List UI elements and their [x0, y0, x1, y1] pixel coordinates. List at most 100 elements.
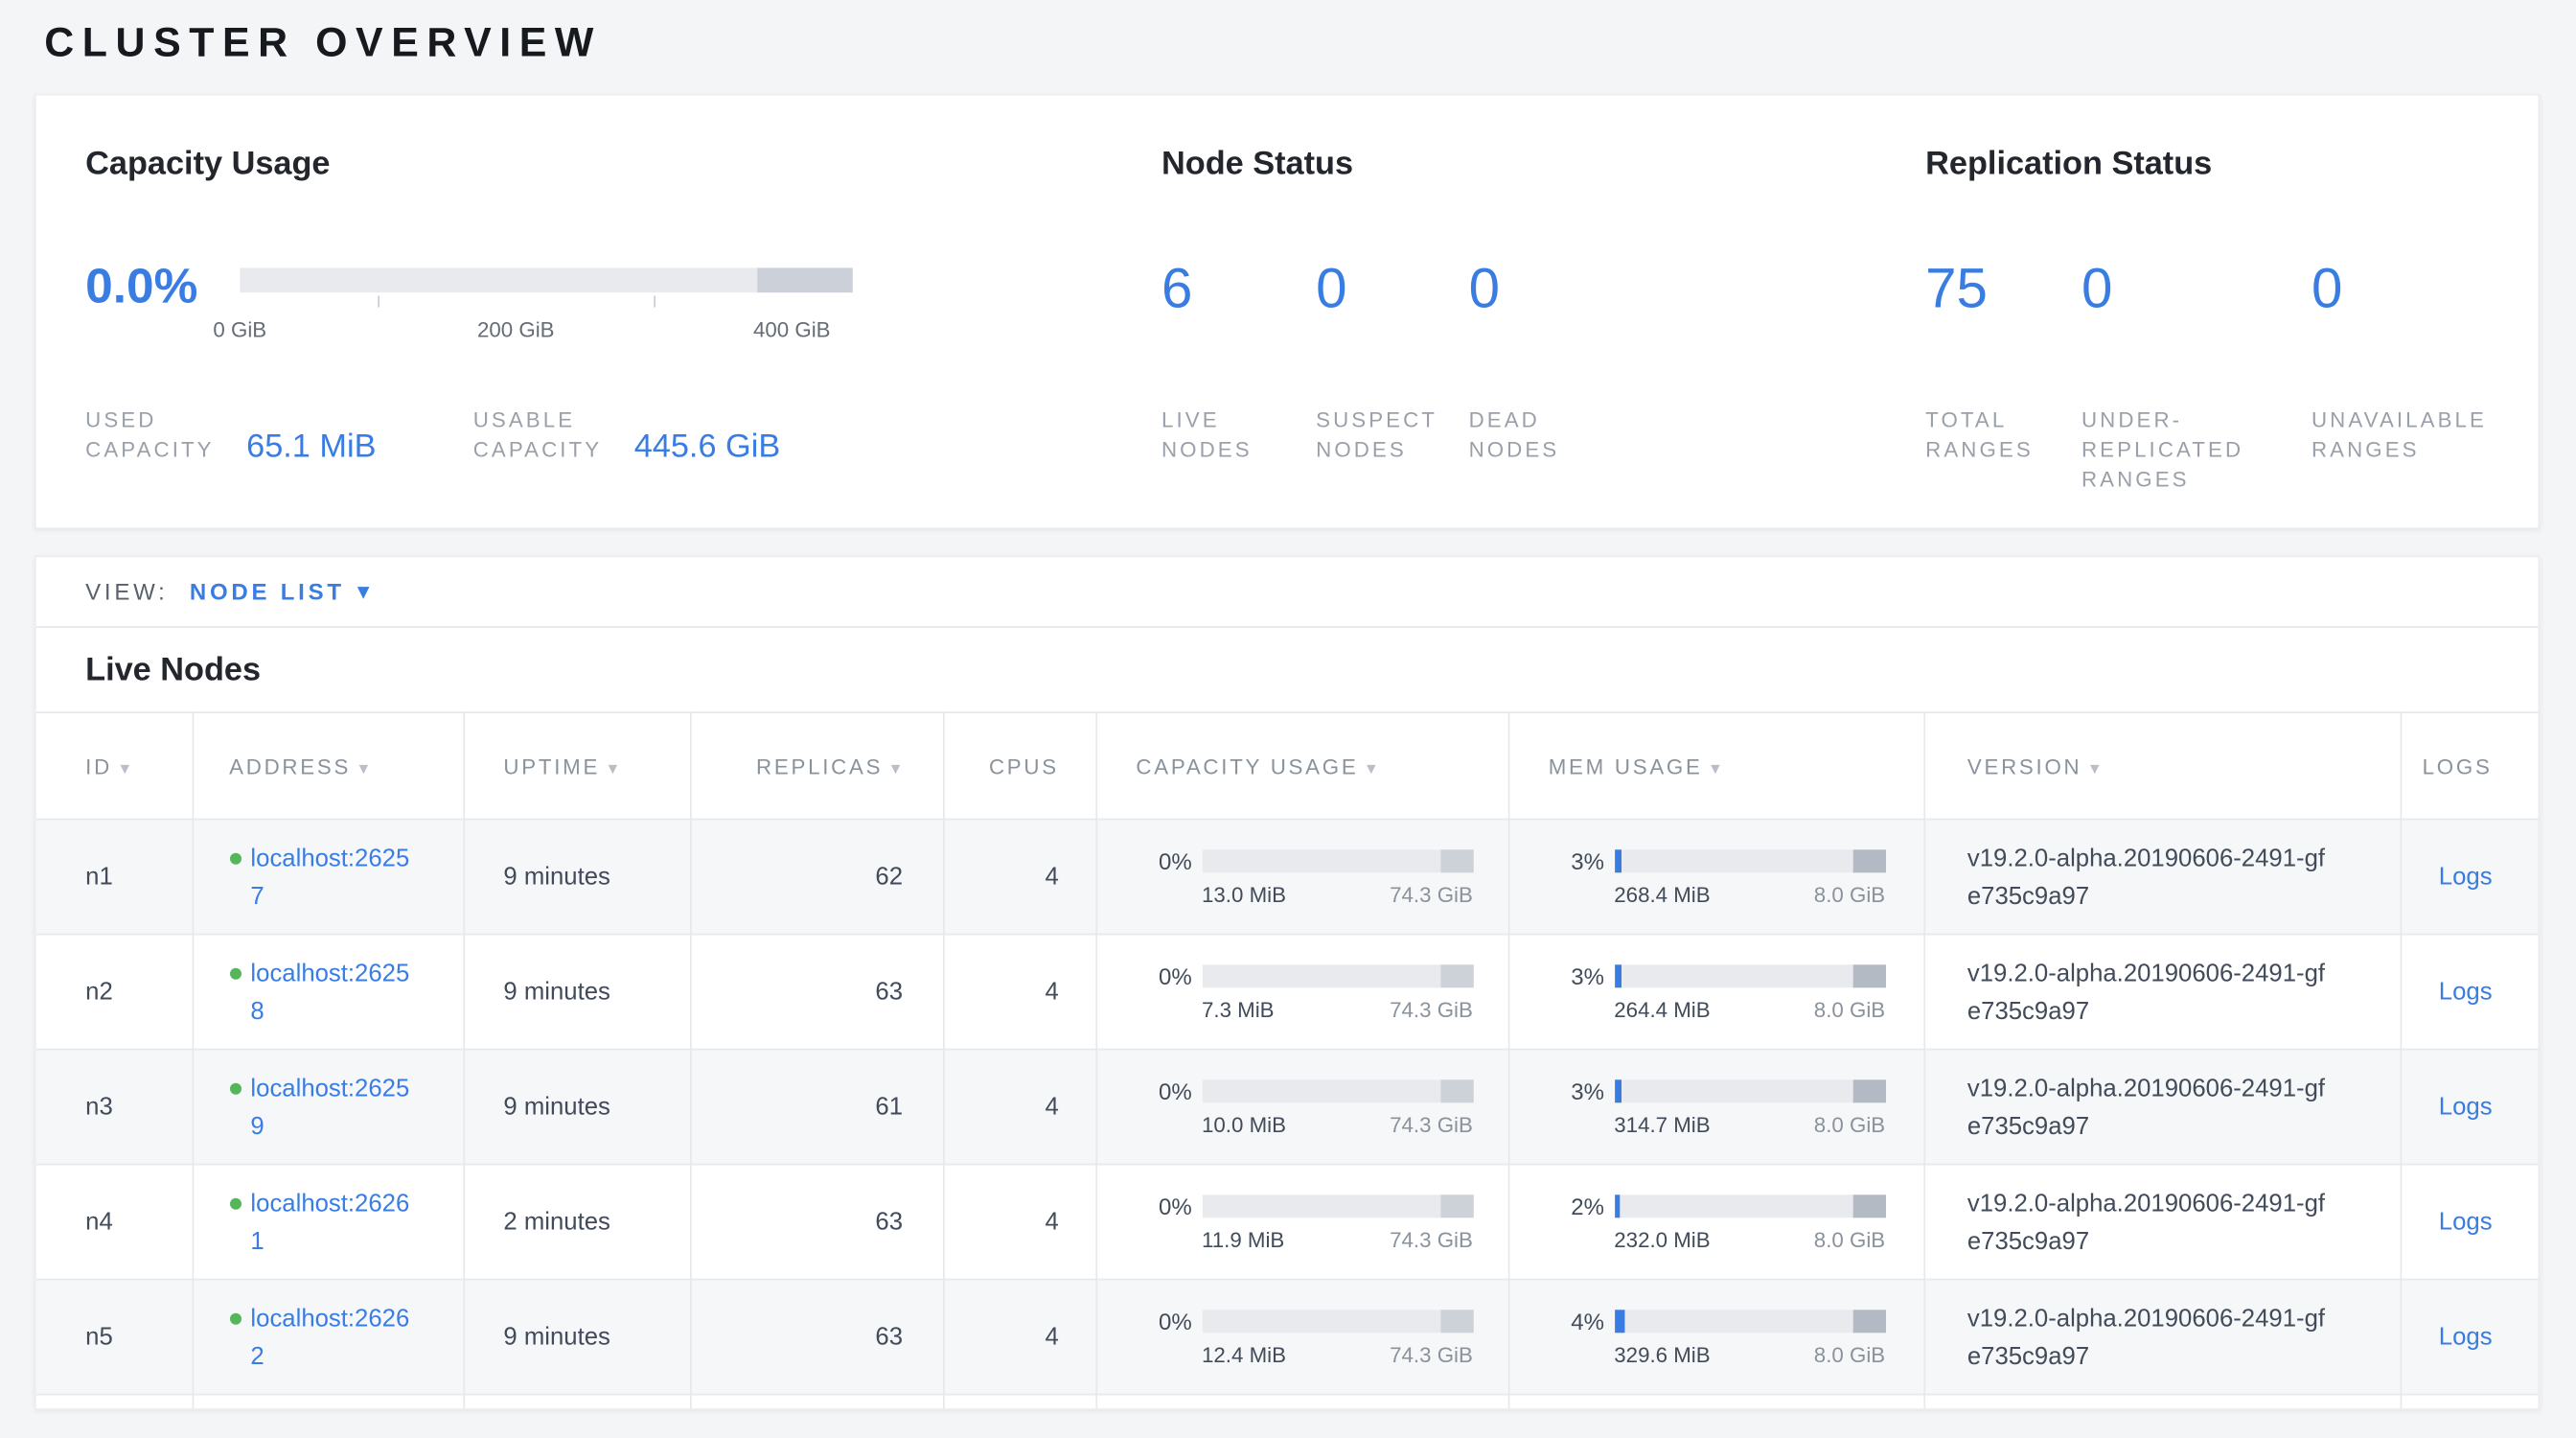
column-header-address[interactable]: ADDRESS▾ — [193, 712, 464, 819]
mem-bar — [1614, 1078, 1885, 1102]
uptime-cell: 9 minutes — [463, 1280, 690, 1395]
suspect-nodes-count: 0 — [1316, 262, 1468, 317]
version-cell: v19.2.0-alpha.20190606-2491-gfe735c9a97 — [1923, 935, 2400, 1050]
node-id-cell: n1 — [36, 820, 193, 935]
tick-label-400: 400 GiB — [753, 317, 831, 342]
column-header-cpus: CPUS — [943, 712, 1095, 819]
capacity-percent-label: 0% — [1136, 1308, 1191, 1334]
uptime-cell: 2 minutes — [463, 1165, 690, 1280]
node-address-link[interactable]: localhost:26261 — [250, 1184, 421, 1260]
dead-nodes-label: DEAD NODES — [1469, 406, 1584, 465]
mem-usage-cell: 2% 232.0 MiB8.0 GiB — [1508, 1165, 1924, 1280]
capacity-usage-section: Capacity Usage 0.0% 0 GiB 200 GiB 400 Gi… — [85, 145, 853, 465]
node-address-cell: localhost:26261 — [193, 1165, 464, 1280]
capacity-gauge-endcap — [757, 267, 852, 292]
node-id-cell: n5 — [36, 1280, 193, 1395]
chevron-down-icon: ▾ — [358, 578, 373, 604]
capacity-bar — [1202, 1078, 1473, 1102]
live-status-icon — [229, 1082, 241, 1094]
live-nodes-title: Live Nodes — [85, 651, 2538, 690]
view-selector-dropdown[interactable]: NODE LIST ▾ — [190, 578, 373, 604]
summary-card: Capacity Usage 0.0% 0 GiB 200 GiB 400 Gi… — [34, 94, 2540, 529]
column-header-replicas[interactable]: REPLICAS▾ — [690, 712, 943, 819]
logs-link[interactable]: Logs — [2439, 863, 2493, 891]
mem-total-label: 8.0 GiB — [1814, 882, 1885, 907]
node-id-cell: n3 — [36, 1050, 193, 1165]
node-address-cell: localhost:26258 — [193, 935, 464, 1050]
logs-link[interactable]: Logs — [2439, 978, 2493, 1006]
cluster-overview-page: CLUSTER OVERVIEW Capacity Usage 0.0% 0 G… — [0, 0, 2576, 1438]
logs-cell: Logs — [2401, 820, 2539, 935]
logs-link[interactable]: Logs — [2439, 1093, 2493, 1121]
sort-caret-icon: ▾ — [1367, 758, 1378, 778]
replicas-cell: 62 — [690, 820, 943, 935]
dead-nodes-count: 0 — [1469, 262, 1584, 317]
mem-used-label: 232.0 MiB — [1614, 1227, 1710, 1252]
table-header-row: ID▾ ADDRESS▾ UPTIME▾ REPLICAS▾ CPUS CAPA… — [36, 712, 2539, 819]
cpus-cell: 4 — [943, 935, 1095, 1050]
mem-usage-cell: 3% 264.4 MiB8.0 GiB — [1508, 935, 1924, 1050]
live-nodes-table: ID▾ ADDRESS▾ UPTIME▾ REPLICAS▾ CPUS CAPA… — [36, 711, 2539, 1410]
node-address-link[interactable]: localhost:26257 — [250, 839, 421, 915]
column-header-id[interactable]: ID▾ — [36, 712, 193, 819]
suspect-nodes-label: SUSPECT NODES — [1316, 406, 1451, 465]
live-nodes-label: LIVE NODES — [1162, 406, 1276, 465]
unavailable-ranges-stat: 0 UNAVAILABLE RANGES — [2312, 262, 2518, 495]
mem-total-label: 8.0 GiB — [1814, 1227, 1885, 1252]
capacity-percent-label: 0% — [1136, 1078, 1191, 1103]
tick-label-0: 0 GiB — [213, 317, 266, 342]
dead-nodes-stat: 0 DEAD NODES — [1469, 262, 1584, 466]
used-capacity-value: 65.1 MiB — [246, 429, 376, 465]
node-address-link[interactable]: localhost:26259 — [250, 1069, 421, 1145]
column-header-version[interactable]: VERSION▾ — [1923, 712, 2400, 819]
logs-cell: Logs — [2401, 1280, 2539, 1395]
column-header-capacity-usage[interactable]: CAPACITY USAGE▾ — [1095, 712, 1507, 819]
capacity-usage-cell: 0% 10.0 MiB74.3 GiB — [1095, 1050, 1507, 1165]
capacity-bar — [1202, 1194, 1473, 1217]
capacity-usage-cell: 0% 13.0 MiB 74.3 GiB — [1095, 820, 1507, 935]
mem-usage-cell: 3% 314.7 MiB8.0 GiB — [1508, 1050, 1924, 1165]
capacity-percent-label: 0% — [1136, 847, 1191, 873]
sort-caret-icon: ▾ — [609, 758, 620, 778]
live-nodes-count: 6 — [1162, 262, 1316, 317]
sort-caret-icon: ▾ — [120, 758, 131, 778]
capacity-bar — [1202, 963, 1473, 986]
version-cell: v19.2.0-alpha.20190606-2491-gfe735c9a97 — [1923, 820, 2400, 935]
live-status-icon — [229, 1312, 241, 1324]
table-row: n3 localhost:26259 9 minutes 61 4 0% 10.… — [36, 1050, 2539, 1165]
logs-link[interactable]: Logs — [2439, 1208, 2493, 1236]
tick-label-200: 200 GiB — [477, 317, 555, 342]
sort-caret-icon: ▾ — [2090, 758, 2102, 778]
sort-caret-icon: ▾ — [891, 758, 903, 778]
capacity-gauge-bar — [240, 267, 852, 292]
used-capacity-metric: USED CAPACITY 65.1 MiB — [85, 406, 473, 465]
mem-used-label: 264.4 MiB — [1614, 997, 1710, 1022]
capacity-used-label: 13.0 MiB — [1202, 882, 1286, 907]
mem-percent-label: 4% — [1549, 1308, 1604, 1334]
column-header-mem-usage[interactable]: MEM USAGE▾ — [1508, 712, 1924, 819]
mem-bar — [1614, 848, 1885, 871]
column-header-uptime[interactable]: UPTIME▾ — [463, 712, 690, 819]
view-label: VIEW: — [85, 578, 168, 604]
capacity-used-label: 11.9 MiB — [1202, 1227, 1284, 1252]
cpus-cell: 4 — [943, 1050, 1095, 1165]
sort-caret-icon: ▾ — [359, 758, 371, 778]
capacity-percent-label: 0% — [1136, 963, 1191, 988]
version-cell: v19.2.0-alpha.20190606-2491-gfe735c9a97 — [1923, 1050, 2400, 1165]
capacity-percent-label: 0% — [1136, 1193, 1191, 1218]
capacity-gauge: 0 GiB 200 GiB 400 GiB — [240, 267, 852, 343]
mem-total-label: 8.0 GiB — [1814, 1112, 1885, 1137]
node-address-link[interactable]: localhost:26258 — [250, 954, 421, 1030]
sort-caret-icon: ▾ — [1711, 758, 1722, 778]
logs-link[interactable]: Logs — [2439, 1323, 2493, 1351]
version-cell: v19.2.0-alpha.20190606-2491-gfe735c9a97 — [1923, 1280, 2400, 1395]
node-id-cell: n4 — [36, 1165, 193, 1280]
node-id-cell: n2 — [36, 935, 193, 1050]
node-address-link[interactable]: localhost:26262 — [250, 1299, 421, 1375]
total-ranges-stat: 75 TOTAL RANGES — [1925, 262, 2082, 495]
capacity-total-label: 74.3 GiB — [1390, 882, 1473, 907]
cpus-cell: 4 — [943, 820, 1095, 935]
under-replicated-label: UNDER-REPLICATED RANGES — [2082, 406, 2275, 495]
node-address-cell: localhost:26262 — [193, 1280, 464, 1395]
replicas-cell: 63 — [690, 1280, 943, 1395]
